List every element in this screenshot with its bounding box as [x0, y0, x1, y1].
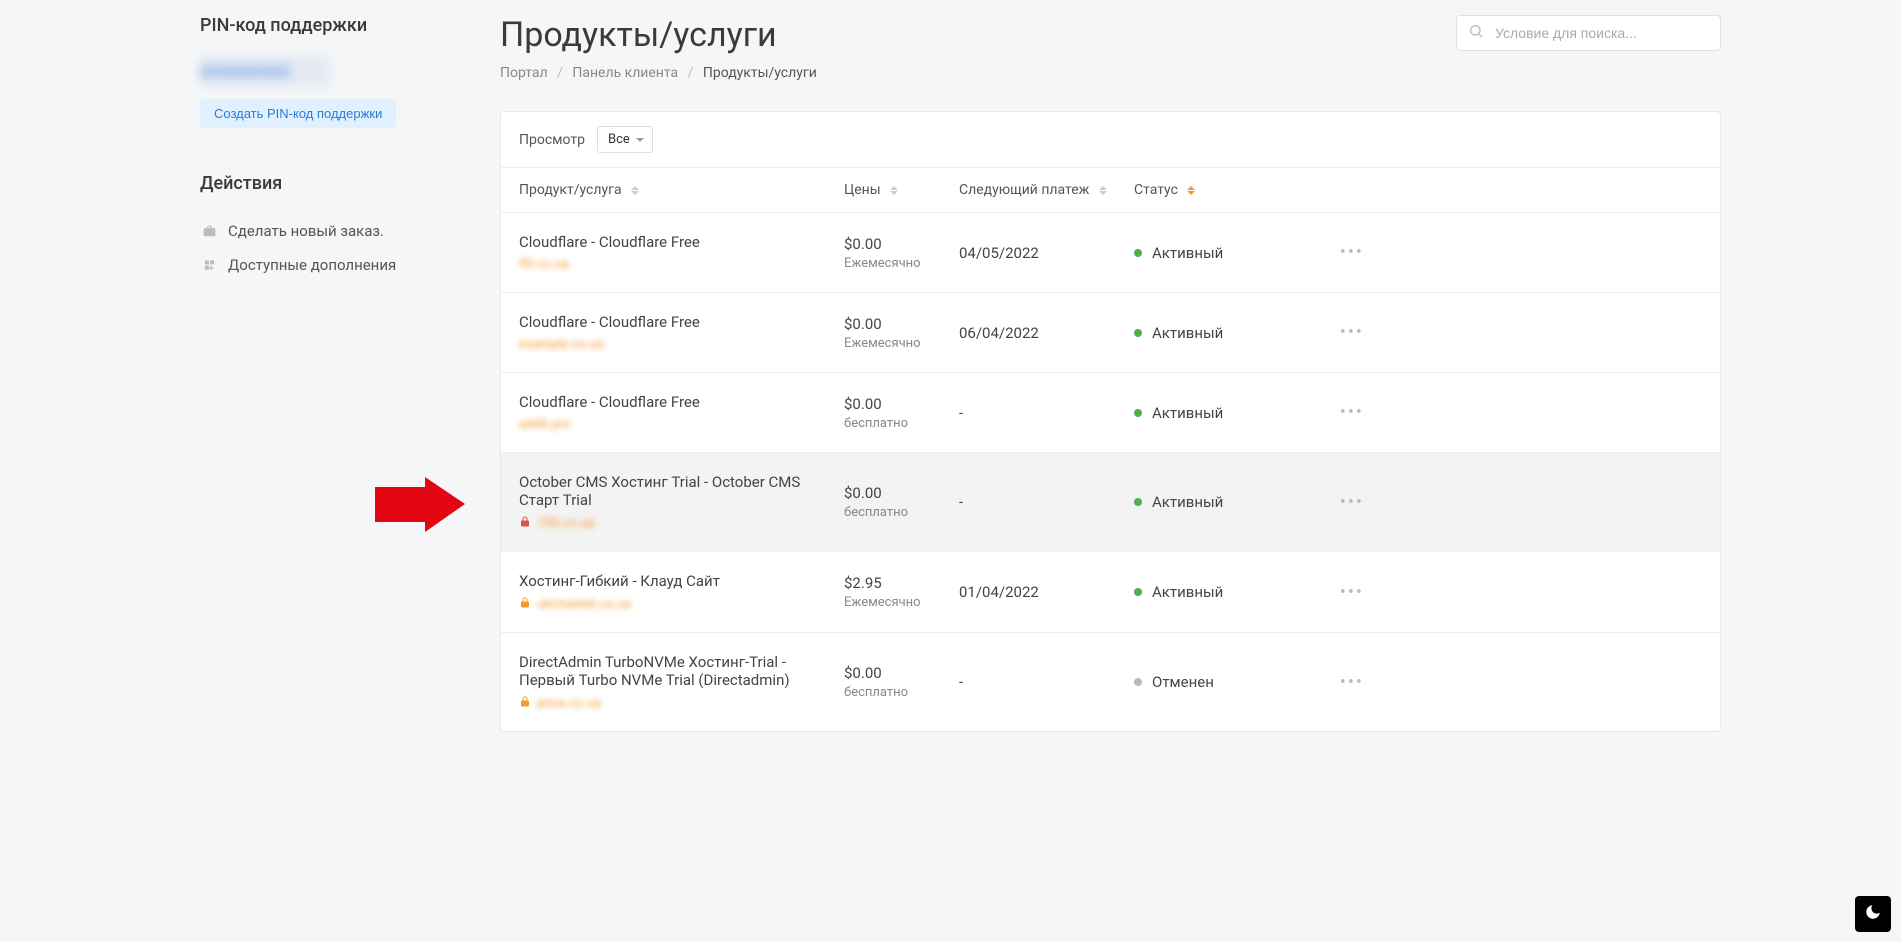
next-payment: 04/05/2022 — [959, 244, 1134, 262]
more-button[interactable]: ••• — [1340, 402, 1364, 423]
price-amount: $0.00 — [844, 315, 959, 333]
actions-title: Действия — [200, 173, 470, 194]
product-domain: addit.pro — [519, 417, 571, 432]
product-domain: ukrmarket.co.ua — [537, 597, 631, 612]
table-row[interactable]: Хостинг-Гибкий - Клауд Сайт ukrmarket.co.… — [501, 552, 1720, 633]
table-row[interactable]: October CMS Хостинг Trial - October CMS … — [501, 453, 1720, 552]
search-icon — [1468, 23, 1484, 43]
next-payment: 01/04/2022 — [959, 583, 1134, 601]
more-button[interactable]: ••• — [1340, 582, 1364, 603]
product-name: Cloudflare - Cloudflare Free — [519, 233, 844, 251]
moon-icon — [1864, 903, 1882, 926]
filter-select[interactable]: Все — [597, 126, 653, 153]
product-domain: 99.co.ua — [519, 257, 569, 272]
more-button[interactable]: ••• — [1340, 242, 1364, 263]
table-header: Продукт/услуга Цены Следующий платеж Ста… — [501, 168, 1720, 213]
column-price[interactable]: Цены — [844, 182, 959, 198]
breadcrumb: Портал / Панель клиента / Продукты/услуг… — [500, 65, 817, 81]
table-row[interactable]: Cloudflare - Cloudflare Free addit.pro $0.… — [501, 373, 1720, 453]
price-cycle: бесплатно — [844, 416, 959, 431]
table-row[interactable]: DirectAdmin TurboNVMe Хостинг-Trial - Пе… — [501, 633, 1720, 731]
product-name: Cloudflare - Cloudflare Free — [519, 313, 844, 331]
pin-title: PIN-код поддержки — [200, 15, 470, 36]
price-amount: $0.00 — [844, 664, 959, 682]
status-badge: Активный — [1134, 404, 1314, 422]
more-button[interactable]: ••• — [1340, 322, 1364, 343]
next-payment: - — [959, 404, 1134, 422]
status-badge: Активный — [1134, 493, 1314, 511]
next-payment: - — [959, 493, 1134, 511]
lock-icon — [519, 515, 531, 531]
pin-value: XXXXXXXXX — [200, 56, 330, 87]
lock-icon — [519, 695, 531, 711]
briefcase-icon — [200, 223, 218, 239]
sort-icon — [1187, 186, 1195, 195]
product-name: Хостинг-Гибкий - Клауд Сайт — [519, 572, 844, 590]
column-next[interactable]: Следующий платеж — [959, 182, 1134, 198]
breadcrumb-client[interactable]: Панель клиента — [572, 65, 678, 81]
price-amount: $0.00 — [844, 395, 959, 413]
addon-icon — [200, 257, 218, 273]
more-button[interactable]: ••• — [1340, 672, 1364, 693]
product-name: DirectAdmin TurboNVMe Хостинг-Trial - Пе… — [519, 653, 844, 689]
price-cycle: Ежемесячно — [844, 336, 959, 351]
status-badge: Отменен — [1134, 673, 1314, 691]
lock-icon — [519, 596, 531, 612]
table-row[interactable]: Cloudflare - Cloudflare Free 99.co.ua $0.0… — [501, 213, 1720, 293]
table-row[interactable]: Cloudflare - Cloudflare Free example.co.u… — [501, 293, 1720, 373]
product-name: October CMS Хостинг Trial - October CMS … — [519, 473, 844, 509]
column-product[interactable]: Продукт/услуга — [519, 182, 844, 198]
column-status[interactable]: Статус — [1134, 182, 1314, 198]
product-name: Cloudflare - Cloudflare Free — [519, 393, 844, 411]
status-badge: Активный — [1134, 583, 1314, 601]
next-payment: 06/04/2022 — [959, 324, 1134, 342]
search-input[interactable] — [1456, 15, 1721, 51]
create-pin-button[interactable]: Создать PIN-код поддержки — [200, 99, 396, 128]
product-domain: example.co.ua — [519, 337, 603, 352]
status-badge: Активный — [1134, 324, 1314, 342]
action-label: Доступные дополнения — [228, 256, 396, 274]
sort-icon — [1099, 186, 1107, 195]
product-domain: 100.co.ua — [537, 516, 594, 531]
next-payment: - — [959, 673, 1134, 691]
status-badge: Активный — [1134, 244, 1314, 262]
sort-icon — [631, 186, 639, 195]
product-domain: price.co.ua — [537, 696, 601, 711]
price-amount: $0.00 — [844, 484, 959, 502]
price-cycle: Ежемесячно — [844, 256, 959, 271]
view-label: Просмотр — [519, 132, 585, 148]
action-label: Сделать новый заказ. — [228, 222, 384, 240]
page-title: Продукты/услуги — [500, 15, 817, 55]
sidebar-action-0[interactable]: Сделать новый заказ. — [200, 214, 470, 248]
price-cycle: Ежемесячно — [844, 595, 959, 610]
sort-icon — [890, 186, 898, 195]
price-amount: $0.00 — [844, 235, 959, 253]
price-cycle: бесплатно — [844, 505, 959, 520]
sidebar-action-1[interactable]: Доступные дополнения — [200, 248, 470, 282]
breadcrumb-portal[interactable]: Портал — [500, 65, 548, 81]
price-amount: $2.95 — [844, 574, 959, 592]
dark-mode-toggle[interactable] — [1855, 896, 1891, 932]
price-cycle: бесплатно — [844, 685, 959, 700]
breadcrumb-current: Продукты/услуги — [703, 65, 817, 81]
more-button[interactable]: ••• — [1340, 492, 1364, 513]
products-panel: Просмотр Все Продукт/услуга Цены Следующ… — [500, 111, 1721, 732]
